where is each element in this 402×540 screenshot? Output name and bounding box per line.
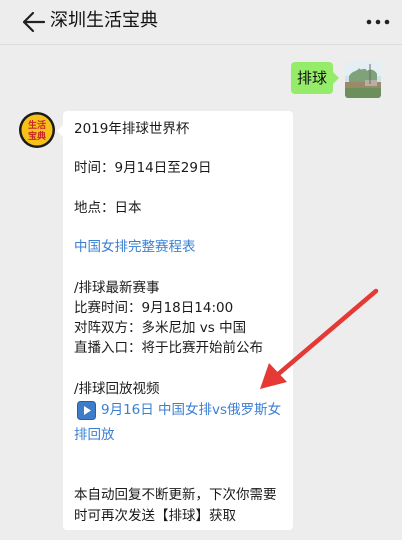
tournament-name: 2019年排球世界杯 [74,121,190,137]
latest-match-heading: /排球最新赛事 [74,280,160,296]
bot-avatar[interactable]: 生活 宝典 [19,112,55,148]
play-video-icon[interactable] [77,401,96,420]
auto-reply-note-continued: 时可再次发送【排球】获取 [74,508,236,524]
auto-reply-note: 本自动回复不断更新，下次你需要 [74,487,277,503]
schedule-link[interactable]: 中国女排完整赛程表 [74,237,196,257]
replay-heading: /排球回放视频 [74,381,160,397]
annotation-arrow [260,288,379,389]
bot-avatar-text-2: 宝典 [28,130,46,142]
replay-video-link[interactable]: 9月16日 中国女排vs俄罗斯女 [101,400,281,420]
live-stream-entry: 直播入口：将于比赛开始前公布 [74,340,263,356]
replay-video-link-continued[interactable]: 排回放 [74,425,115,445]
user-message-bubble[interactable]: 排球 [291,62,339,94]
bot-avatar-text-1: 生活 [28,119,46,131]
top-bar: 深圳生活宝典 [0,0,402,45]
more-options-icon[interactable] [364,11,392,33]
match-teams: 对阵双方：多米尼加 vs 中国 [74,320,247,336]
match-time: 比赛时间：9月18日14:00 [74,300,234,316]
back-arrow-icon[interactable] [18,7,48,37]
event-time: 时间：9月14日至29日 [74,160,212,176]
event-location: 地点：日本 [74,200,142,216]
user-avatar[interactable] [345,62,381,98]
chat-title: 深圳生活宝典 [50,10,158,31]
